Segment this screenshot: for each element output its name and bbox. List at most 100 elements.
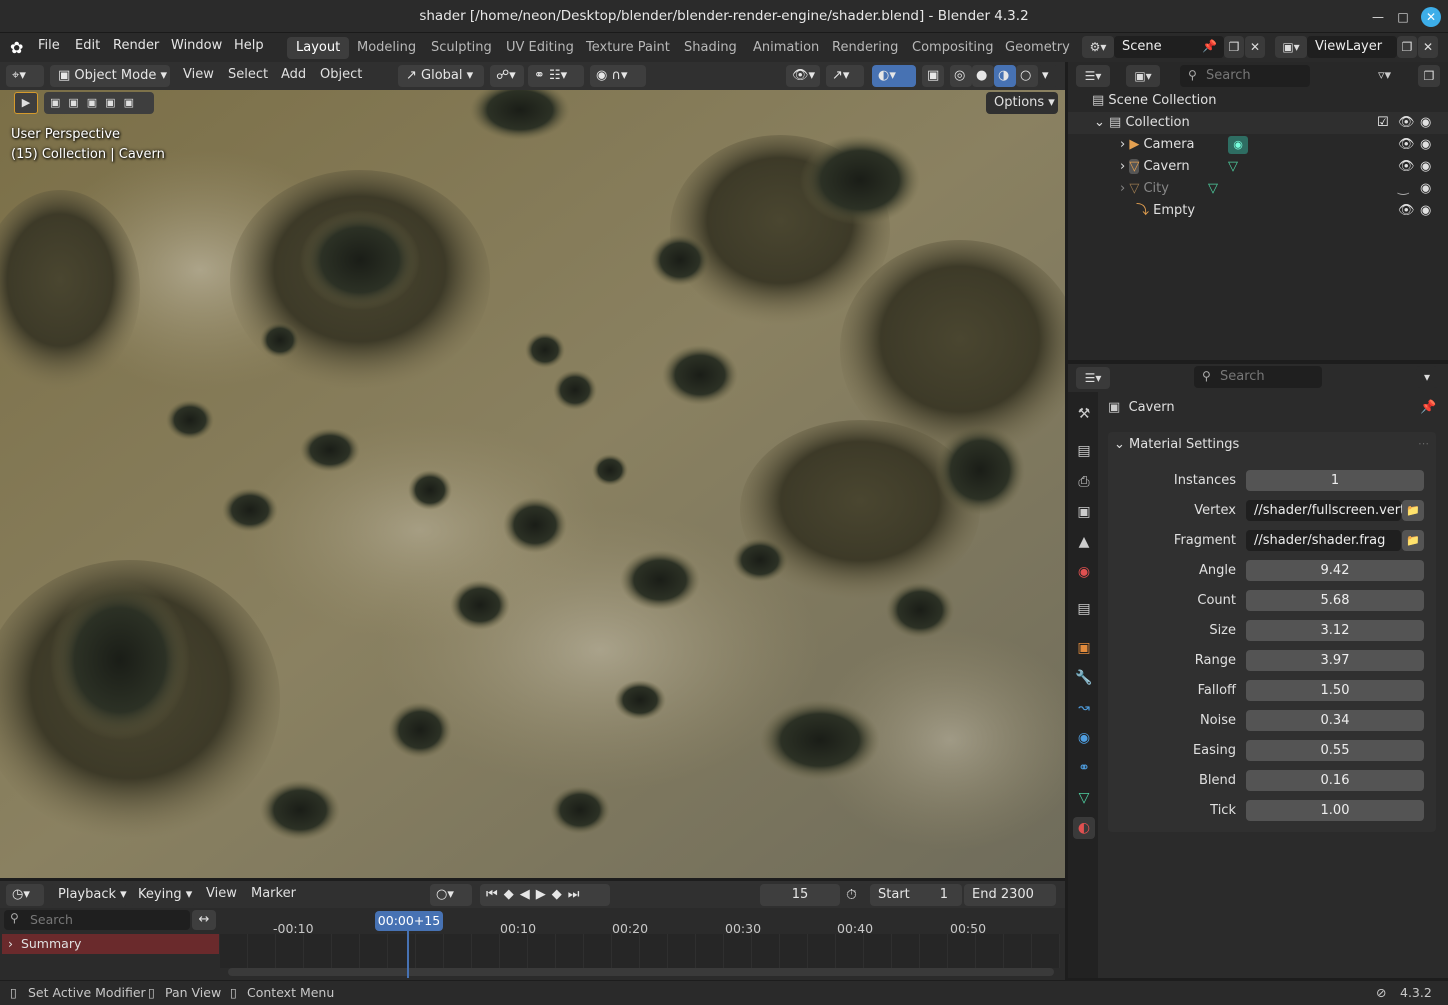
pivot-icon[interactable]: ☍▾	[490, 65, 524, 87]
menu-render[interactable]: Render	[113, 38, 159, 53]
size-field[interactable]: 3.12	[1246, 620, 1424, 641]
tab-uv-editing[interactable]: UV Editing	[497, 37, 583, 59]
count-field[interactable]: 5.68	[1246, 590, 1424, 611]
select-tool-icon[interactable]: ▶	[14, 92, 38, 114]
display-mode-icon[interactable]: ▣▾	[1126, 65, 1160, 87]
drag-handle-icon[interactable]: ⋯	[1418, 437, 1429, 450]
eye-icon[interactable]: 👁	[1398, 156, 1415, 178]
camera-render-icon[interactable]: ◉	[1420, 112, 1431, 134]
camera-data-icon[interactable]: ◉	[1228, 136, 1248, 154]
tab-rendering[interactable]: Rendering	[823, 37, 907, 59]
camera-render-icon[interactable]: ◉	[1420, 156, 1431, 178]
tick-field[interactable]: 1.00	[1246, 800, 1424, 821]
tab-modeling[interactable]: Modeling	[348, 37, 425, 59]
xray-icon[interactable]: ▣	[922, 65, 944, 87]
orientation-dropdown[interactable]: ↗ Global ▾	[398, 65, 484, 87]
minimize-button[interactable]: —	[1368, 7, 1388, 27]
new-scene-icon[interactable]: ❐	[1224, 36, 1244, 58]
options-dropdown[interactable]: Options ▾	[986, 92, 1058, 114]
collection-row[interactable]: ⌄ ▤ Collection ☑ 👁 ◉	[1068, 112, 1448, 134]
blender-logo-icon[interactable]: ✿	[10, 38, 30, 58]
angle-field[interactable]: 9.42	[1246, 560, 1424, 581]
properties-search-input[interactable]: Search	[1194, 366, 1322, 388]
render-tab-icon[interactable]: ▤	[1073, 440, 1095, 462]
playhead-label[interactable]: 00:00+15	[375, 911, 443, 931]
start-frame-field[interactable]: Start 1	[870, 884, 962, 906]
tab-compositing[interactable]: Compositing	[903, 37, 1003, 59]
menu-file[interactable]: File	[38, 38, 60, 53]
viewlayer-selector-icon[interactable]: ▣▾	[1275, 36, 1307, 58]
data-tab-icon[interactable]: ▽	[1073, 787, 1095, 809]
world-tab-icon[interactable]: ◉	[1073, 561, 1095, 583]
properties-editor-type-icon[interactable]: ☰▾	[1076, 367, 1110, 389]
object-tab-icon[interactable]: ▣	[1073, 637, 1095, 659]
outliner-item-camera[interactable]: › ▶ Camera ◉ 👁 ◉	[1068, 134, 1448, 156]
play-reverse-icon[interactable]: ◀	[520, 887, 536, 902]
tab-sculpting[interactable]: Sculpting	[422, 37, 501, 59]
scene-collection-row[interactable]: ▤ Scene Collection	[1068, 90, 1448, 112]
auto-keying-icon[interactable]: ○▾	[430, 884, 472, 906]
timeline-search-input[interactable]: Search	[4, 910, 190, 930]
prev-keyframe-icon[interactable]: ◆	[504, 887, 520, 902]
rendered-shading-icon[interactable]: ○	[1016, 65, 1038, 87]
filter-icon[interactable]: ▿▾	[1378, 68, 1391, 83]
viewlayer-name-field[interactable]: ViewLayer	[1307, 36, 1397, 58]
view-layer-tab-icon[interactable]: ▣	[1073, 501, 1095, 523]
menu-help[interactable]: Help	[234, 38, 264, 53]
delete-viewlayer-icon[interactable]: ✕	[1418, 36, 1438, 58]
viewport-menu-select[interactable]: Select	[228, 67, 268, 82]
playback-controls[interactable]: ⏮◆◀▶◆⏭	[480, 884, 610, 906]
pin-icon[interactable]: 📌	[1202, 39, 1217, 53]
instances-field[interactable]: 1	[1246, 470, 1424, 491]
visibility-icon[interactable]: 👁▾	[786, 65, 820, 87]
scene-tab-icon[interactable]: ▲	[1073, 531, 1095, 553]
pin-icon[interactable]: 📌	[1420, 400, 1436, 415]
jump-start-icon[interactable]: ⏮	[486, 887, 504, 902]
maximize-button[interactable]: □	[1393, 7, 1413, 27]
wireframe-shading-icon[interactable]: ◎	[950, 65, 972, 87]
camera-render-icon[interactable]: ◉	[1420, 134, 1431, 156]
timeline-track-area[interactable]	[220, 934, 1060, 968]
snap-icon[interactable]: ⚭ ☷▾	[528, 65, 584, 87]
timeline-menu-view[interactable]: View	[206, 886, 237, 901]
outliner-item-cavern[interactable]: › ▽ Cavern ▽ 👁 ◉	[1068, 156, 1448, 178]
outliner-editor-type-icon[interactable]: ☰▾	[1076, 65, 1110, 87]
outliner-item-city[interactable]: › ▽ City ▽ ‿ ◉	[1068, 178, 1448, 200]
constraints-tab-icon[interactable]: ⚭	[1073, 757, 1095, 779]
playback-menu[interactable]: Playback ▾	[50, 884, 128, 906]
menu-edit[interactable]: Edit	[75, 38, 100, 53]
eye-icon[interactable]: 👁	[1398, 134, 1415, 156]
tab-texture-paint[interactable]: Texture Paint	[577, 37, 679, 59]
camera-render-icon[interactable]: ◉	[1420, 178, 1431, 200]
mode-dropdown[interactable]: ▣ Object Mode ▾	[50, 65, 170, 87]
timeline-editor-type-icon[interactable]: ◷▾	[6, 884, 44, 906]
playhead-line[interactable]	[407, 930, 409, 978]
output-tab-icon[interactable]: ⎙	[1073, 471, 1095, 493]
tab-layout[interactable]: Layout	[287, 37, 350, 59]
gizmo-icon[interactable]: ↗▾	[826, 65, 864, 87]
eye-icon[interactable]: 👁	[1398, 200, 1415, 222]
editor-type-icon[interactable]: ⌖▾	[6, 65, 44, 87]
properties-options-icon[interactable]: ▾	[1416, 366, 1438, 388]
viewport-menu-add[interactable]: Add	[281, 67, 306, 82]
eye-icon[interactable]: 👁	[1398, 112, 1415, 134]
overlays-icon[interactable]: ◐▾	[872, 65, 916, 87]
tab-shading[interactable]: Shading	[675, 37, 746, 59]
end-frame-field[interactable]: End 2300	[964, 884, 1056, 906]
camera-render-icon[interactable]: ◉	[1420, 200, 1431, 222]
delete-scene-icon[interactable]: ✕	[1245, 36, 1265, 58]
summary-channel[interactable]: › Summary	[2, 934, 219, 954]
viewport-menu-view[interactable]: View	[183, 67, 214, 82]
blend-field[interactable]: 0.16	[1246, 770, 1424, 791]
3d-viewport[interactable]: User Perspective (15) Collection | Caver…	[0, 90, 1065, 878]
viewport-menu-object[interactable]: Object	[320, 67, 362, 82]
stopwatch-icon[interactable]: ⏱	[846, 887, 857, 903]
tool-tab-icon[interactable]: ⚒	[1073, 403, 1095, 425]
checkbox-icon[interactable]: ☑	[1377, 112, 1389, 134]
scene-selector-icon[interactable]: ⚙▾	[1082, 36, 1114, 58]
proportional-edit-icon[interactable]: ◉ ∩▾	[590, 65, 646, 87]
mesh-data-icon[interactable]: ▽	[1228, 156, 1238, 178]
new-viewlayer-icon[interactable]: ❐	[1397, 36, 1417, 58]
close-button[interactable]: ✕	[1421, 7, 1441, 27]
select-mode-icons[interactable]: ▣▣▣▣▣	[44, 92, 154, 114]
